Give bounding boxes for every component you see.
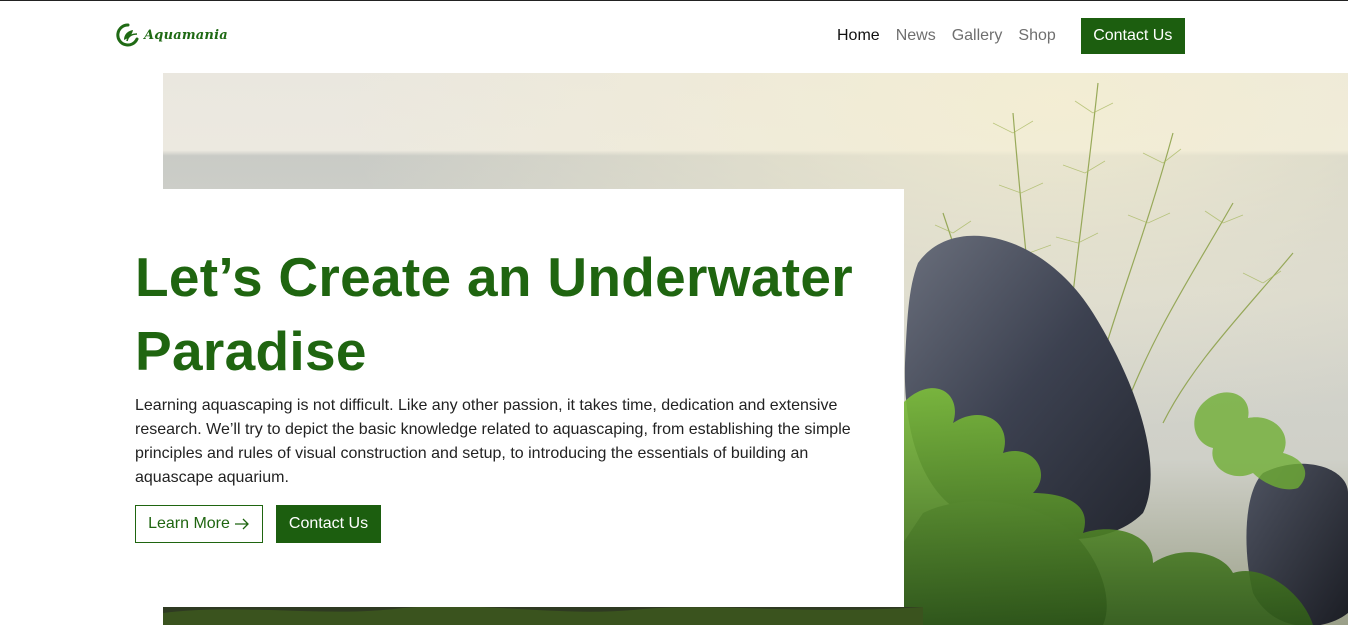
nav-shop[interactable]: Shop (1018, 18, 1055, 54)
brand-logo[interactable]: Aquamania (116, 23, 228, 47)
arrow-right-icon (234, 518, 249, 530)
nav-news[interactable]: News (896, 18, 936, 54)
nav-contact-button[interactable]: Contact Us (1080, 18, 1185, 54)
hero-description: Learning aquascaping is not difficult. L… (135, 397, 851, 486)
leaf-circle-icon (116, 23, 139, 47)
main-nav: Home News Gallery Shop Contact Us (837, 18, 1185, 54)
learn-more-button[interactable]: Learn More (135, 505, 263, 543)
hero-headline: Let’s Create an Underwater Paradise (135, 246, 853, 382)
brand-name: Aquamania (144, 27, 228, 43)
contact-us-button[interactable]: Contact Us (276, 505, 381, 543)
nav-home[interactable]: Home (837, 18, 880, 54)
nav-gallery[interactable]: Gallery (952, 18, 1003, 54)
site-header: Aquamania Home News Gallery Shop Contact… (0, 1, 1348, 73)
learn-more-label: Learn More (148, 515, 230, 532)
